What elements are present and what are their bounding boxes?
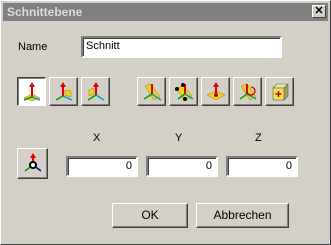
z-label: Z [255, 132, 262, 144]
ok-button[interactable]: OK [112, 203, 188, 228]
plane-box-button[interactable] [265, 77, 294, 106]
x-input[interactable]: 0 [66, 156, 138, 177]
title-bar[interactable]: Schnittebene ✕ [3, 3, 328, 21]
y-input-value: 0 [205, 160, 212, 172]
dialog-title: Schnittebene [7, 5, 83, 19]
plane-diagonal-button[interactable] [137, 77, 166, 106]
plane-xy-icon [23, 82, 41, 102]
origin-pick-button[interactable] [17, 148, 48, 179]
plane-box-icon [272, 83, 289, 101]
origin-pick-icon [24, 153, 42, 172]
y-input[interactable]: 0 [146, 156, 218, 177]
schnittebene-dialog: Schnittebene ✕ Name Schnitt X Y Z 0 0 0 … [0, 0, 331, 245]
y-label: Y [175, 132, 183, 144]
z-input[interactable]: 0 [226, 156, 298, 177]
name-input-value: Schnitt [86, 40, 120, 52]
plane-rotate-button[interactable] [233, 77, 262, 106]
close-icon: ✕ [314, 5, 324, 17]
plane-xz-button[interactable] [49, 77, 78, 106]
plane-yz-button[interactable] [81, 77, 110, 106]
plane-yz-icon [87, 82, 105, 101]
plane-rotate-icon [239, 83, 257, 101]
plane-xy-button[interactable] [17, 77, 46, 106]
plane-three-points-icon [175, 83, 194, 101]
plane-diagonal-icon [143, 83, 162, 101]
plane-xz-icon [55, 82, 73, 101]
x-label: X [93, 132, 101, 144]
z-input-value: 0 [285, 160, 292, 172]
plane-three-points-button[interactable] [169, 77, 198, 106]
plane-on-face-icon [206, 82, 226, 101]
cancel-button[interactable]: Abbrechen [196, 203, 289, 228]
close-button[interactable]: ✕ [312, 5, 326, 18]
plane-on-face-button[interactable] [201, 77, 230, 106]
name-input[interactable]: Schnitt [81, 36, 282, 58]
name-label: Name [18, 41, 48, 53]
x-input-value: 0 [125, 160, 132, 172]
